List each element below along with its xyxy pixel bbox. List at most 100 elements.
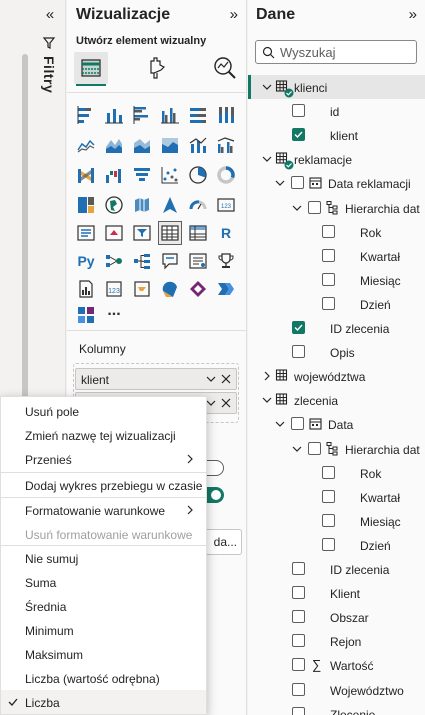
checkbox[interactable] [308,200,321,214]
menu-dont-summarize[interactable]: Nie sumuj [1,546,206,570]
tree-row-hierarchy-dat[interactable]: Hierarchia dat [248,196,425,220]
checkbox[interactable] [292,634,305,648]
tree-row-field-klient[interactable]: Klient [248,581,425,605]
power-automate-flow-icon[interactable] [215,278,237,300]
checkbox[interactable] [308,441,321,455]
matrix-icon[interactable] [187,222,209,244]
tree-row-field-rok[interactable]: Rok [248,461,425,485]
clustered-bar-chart-icon[interactable] [131,104,153,126]
checkbox-checked[interactable] [292,321,305,334]
menu-remove-conditional-formatting[interactable]: Usuń formatowanie warunkowe [1,522,206,546]
tree-row-field-id-zlecenia[interactable]: ID zlecenia [248,316,425,340]
checkbox[interactable] [292,586,305,600]
collapse-filters-icon[interactable]: « [41,6,59,24]
chevron-down-icon[interactable] [261,81,273,93]
waterfall-chart-icon[interactable] [103,164,125,186]
key-influencers-icon[interactable] [103,250,125,272]
filled-map-icon[interactable] [131,194,153,216]
checkbox[interactable] [322,489,335,503]
tree-row-table-reklamacje[interactable]: reklamacje [248,147,425,171]
tab-analytics[interactable] [208,52,242,84]
checkbox[interactable] [291,176,304,190]
tree-row-field-rejon[interactable]: Rejon [248,629,425,653]
power-apps-icon[interactable]: 123 [103,278,125,300]
get-more-visuals-icon[interactable] [75,304,97,326]
tree-row-field-zlecenie[interactable]: Zlecenie [248,702,425,715]
menu-average[interactable]: Średnia [1,594,206,618]
power-automate-icon[interactable] [131,278,153,300]
tree-row-field-opis[interactable]: Opis [248,340,425,364]
menu-count-distinct[interactable]: Liczba (wartość odrębna) [1,666,206,690]
line-chart-icon[interactable] [75,134,97,156]
tab-format-visual[interactable] [140,52,174,84]
checkbox[interactable] [291,417,304,431]
donut-chart-icon[interactable] [215,164,237,186]
r-script-visual-icon[interactable]: R [215,222,237,244]
expand-data-pane-icon[interactable]: » [409,6,417,24]
checkbox[interactable] [322,272,335,286]
area-chart-icon[interactable] [103,134,125,156]
chevron-down-icon[interactable] [261,153,273,165]
tree-row-field-wojewodztwo[interactable]: Województwo [248,678,425,702]
tree-row-field-data-reklamacji[interactable]: Data reklamacji [248,171,425,195]
menu-move[interactable]: Przenieś [1,447,206,471]
map-icon[interactable] [103,194,125,216]
checkbox[interactable] [292,658,305,672]
multi-row-card-icon[interactable] [75,222,97,244]
tree-row-field-id[interactable]: id [248,99,425,123]
table-visual-icon[interactable] [158,221,182,245]
remove-field-icon[interactable] [220,373,232,385]
checkbox-checked[interactable] [292,128,305,142]
tab-build-visual[interactable] [74,52,108,86]
menu-add-sparkline[interactable]: Dodaj wykres przebiegu w czasie [1,473,206,497]
menu-sum[interactable]: Suma [1,570,206,594]
chevron-down-icon[interactable] [261,394,273,406]
checkbox[interactable] [292,104,305,118]
tree-row-table-klienci[interactable]: klienci [248,75,425,99]
checkbox[interactable] [292,562,305,575]
menu-count[interactable]: Liczba [1,690,206,714]
expand-pane-icon[interactable]: » [230,6,238,24]
chevron-down-icon[interactable] [274,177,286,189]
tree-row-field-dzien[interactable]: Dzień [248,292,425,316]
trophy-icon[interactable] [215,250,237,272]
search-box[interactable] [255,40,417,64]
checkbox[interactable] [292,610,305,624]
tree-row-field-miesiac[interactable]: Miesiąc [248,268,425,292]
chevron-down-icon[interactable] [291,443,303,455]
funnel-chart-icon[interactable] [131,164,153,186]
more-options-icon[interactable]: ... [103,303,125,326]
search-input[interactable] [280,43,412,61]
treemap-icon[interactable] [75,194,97,216]
100-stacked-area-chart-icon[interactable] [159,134,181,156]
remove-field-icon[interactable] [220,397,232,409]
tree-row-field-kwartal[interactable]: Kwartał [248,244,425,268]
azure-map-icon[interactable] [159,194,181,216]
100-stacked-column-chart-icon[interactable] [215,104,237,126]
tree-row-field-kwartal[interactable]: Kwartał [248,485,425,509]
tree-row-field-id-zlecenia[interactable]: ID zlecenia [248,557,425,581]
chevron-down-icon[interactable] [205,373,217,385]
tree-row-field-obszar[interactable]: Obszar [248,605,425,629]
menu-maximum[interactable]: Maksimum [1,642,206,666]
line-and-clustered-column-chart-icon[interactable] [215,134,237,156]
kpi-icon[interactable] [103,222,125,244]
tree-row-table-wojewodztwa[interactable]: województwa [248,364,425,388]
menu-conditional-formatting[interactable]: Formatowanie warunkowe [1,498,206,522]
checkbox[interactable] [322,248,335,262]
filters-label[interactable]: Filtry [41,56,57,93]
menu-minimum[interactable]: Minimum [1,618,206,642]
pie-chart-icon[interactable] [187,164,209,186]
menu-rename-visual[interactable]: Zmień nazwę tej wizualizacji [1,423,206,447]
gauge-icon[interactable] [187,194,209,216]
tree-row-field-wartosc[interactable]: ∑ Wartość [248,653,425,677]
checkbox[interactable] [292,345,305,359]
scrollbar[interactable] [22,54,28,414]
python-visual-icon[interactable]: Py [75,250,97,272]
chevron-right-icon[interactable] [261,370,273,382]
card-icon[interactable]: 123 [215,194,237,216]
checkbox[interactable] [322,513,335,527]
tree-row-field-rok[interactable]: Rok [248,220,425,244]
line-and-stacked-column-chart-icon[interactable] [187,134,209,156]
menu-remove-field[interactable]: Usuń pole [1,399,206,423]
